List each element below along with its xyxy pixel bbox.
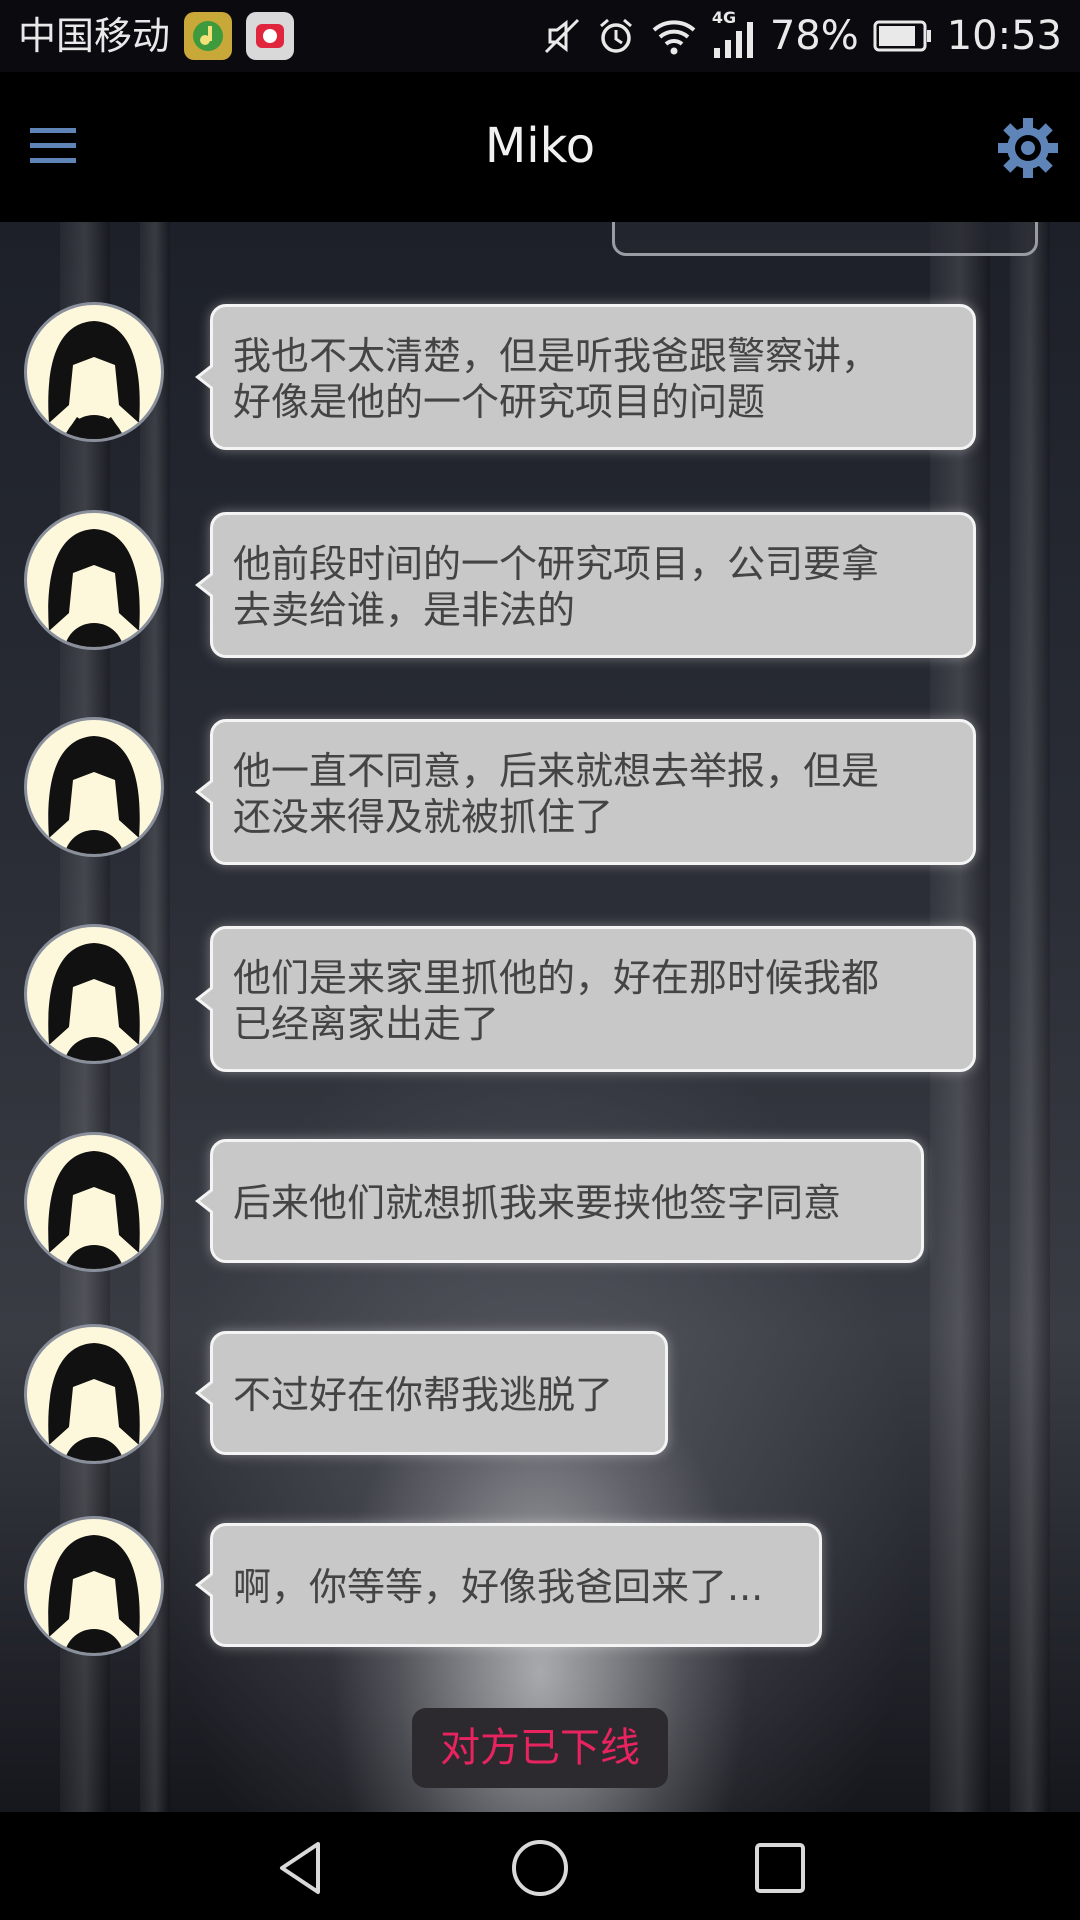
app-alarm-app-icon	[246, 12, 295, 60]
message-bubble: 啊，你等等，好像我爸回来了...	[195, 1523, 822, 1647]
message-text: 还没来得及就被抓住了	[233, 795, 614, 839]
message-text: 他们是来家里抓他的，好在那时候我都	[233, 956, 880, 1000]
message-text: 去卖给谁，是非法的	[233, 588, 576, 632]
settings-button[interactable]	[996, 116, 1060, 180]
message-bubble: 我也不太清楚，但是听我爸跟警察讲， 好像是他的一个研究项目的问题	[195, 304, 976, 450]
chat-header: Miko	[0, 72, 1080, 222]
battery-percent: 78%	[769, 13, 859, 59]
battery-icon	[873, 20, 931, 52]
back-icon	[280, 1842, 320, 1894]
wifi-icon	[652, 20, 696, 55]
message-text: 后来他们就想抓我来要挟他签字同意	[233, 1181, 842, 1225]
avatar	[24, 1132, 164, 1272]
avatar	[24, 1516, 164, 1656]
message-text: 好像是他的一个研究项目的问题	[233, 380, 766, 424]
message-bubble: 后来他们就想抓我来要挟他签字同意	[195, 1139, 924, 1263]
message-text: 啊，你等等，好像我爸回来了...	[233, 1565, 764, 1609]
recents-button[interactable]	[750, 1838, 810, 1898]
message-text: 他前段时间的一个研究项目，公司要拿	[233, 542, 880, 586]
background-pillar	[1010, 222, 1050, 1812]
avatar	[24, 924, 164, 1064]
gear-icon	[998, 118, 1058, 178]
message-text: 不过好在你帮我逃脱了	[233, 1373, 614, 1417]
message-bubble: 他们是来家里抓他的，好在那时候我都 已经离家出走了	[195, 926, 976, 1072]
previous-message-bubble	[612, 222, 1038, 256]
message-bubble: 他前段时间的一个研究项目，公司要拿 去卖给谁，是非法的	[195, 512, 976, 658]
message-bubble: 不过好在你帮我逃脱了	[195, 1331, 668, 1455]
system-nav-bar	[0, 1812, 1080, 1920]
avatar	[24, 510, 164, 650]
avatar	[24, 302, 164, 442]
alarm-icon	[599, 18, 632, 53]
back-button[interactable]	[270, 1838, 330, 1898]
message-text: 我也不太清楚，但是听我爸跟警察讲，	[233, 334, 880, 378]
status-bar: 中国移动 4G 78% 10:53	[0, 0, 1080, 72]
message-bubble: 他一直不同意，后来就想去举报，但是 还没来得及就被抓住了	[195, 719, 976, 865]
chat-area[interactable]: 我也不太清楚，但是听我爸跟警察讲， 好像是他的一个研究项目的问题 他前段时间的一…	[0, 222, 1080, 1812]
page-title: Miko	[484, 118, 596, 174]
message-text: 他一直不同意，后来就想去举报，但是	[233, 749, 880, 793]
avatar	[24, 717, 164, 857]
home-button[interactable]	[510, 1838, 570, 1898]
home-icon	[512, 1840, 568, 1896]
avatar	[24, 1324, 164, 1464]
app-music-icon	[184, 12, 233, 60]
recents-icon	[755, 1843, 805, 1893]
clock: 10:53	[946, 13, 1062, 59]
offline-notice: 对方已下线	[412, 1708, 668, 1788]
message-text: 已经离家出走了	[233, 1002, 500, 1046]
mute-icon	[544, 18, 579, 54]
carrier-name: 中国移动	[18, 14, 171, 58]
signal-icon: 4G	[712, 8, 756, 60]
